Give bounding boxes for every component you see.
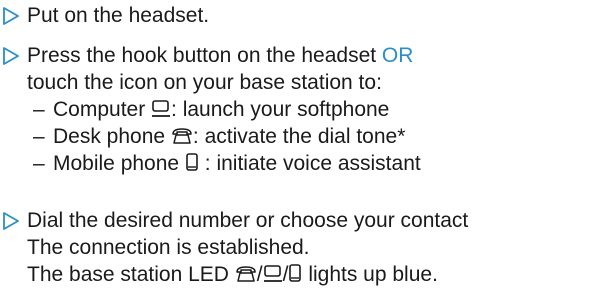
step-2-line-1: Press the hook button on the headset OR <box>27 42 421 69</box>
led-line-text: The base station LED <box>27 263 235 286</box>
list-dash: – <box>33 152 45 175</box>
led-line-text-end: lights up blue. <box>302 263 438 286</box>
play-arrow-icon <box>3 7 19 25</box>
list-item-label: Desk phone <box>53 125 166 148</box>
or-word: OR <box>381 44 414 67</box>
step-1-text: Put on the headset. <box>27 2 209 29</box>
list-dash: – <box>33 98 45 121</box>
play-arrow-icon <box>3 47 19 65</box>
mobile-phone-icon <box>289 264 302 282</box>
desk-phone-icon <box>172 128 192 144</box>
list-item-text: : launch your softphone <box>171 98 390 121</box>
desk-phone-icon <box>236 266 256 282</box>
play-arrow-icon <box>3 212 19 230</box>
list-item-mobile-phone: – Mobile phone : initiate voice assistant <box>27 150 421 177</box>
step-2-line-1-text: Press the hook button on the headset <box>27 44 382 67</box>
list-dash: – <box>33 125 45 148</box>
step-3-line-1: Dial the desired number or choose your c… <box>27 209 469 232</box>
list-item-desk-phone: – Desk phone : activate the dial tone* <box>27 123 421 150</box>
computer-icon <box>152 100 171 117</box>
step-3-text: Dial the desired number or choose your c… <box>27 207 468 288</box>
step-3-line-3: The base station LED / / lights up blue. <box>27 261 468 288</box>
computer-icon <box>263 265 282 282</box>
mobile-phone-icon <box>186 153 198 171</box>
list-item-text: : initiate voice assistant <box>198 152 421 175</box>
list-item-computer: – Computer : launch your softphone <box>27 96 421 123</box>
list-item-text: : activate the dial tone* <box>192 125 406 148</box>
step-2-text: Press the hook button on the headset OR … <box>27 42 421 177</box>
step-1-line-1: Put on the headset. <box>27 4 210 27</box>
list-item-label: Mobile phone <box>53 152 180 175</box>
step-3-line-2: The connection is established. <box>27 236 310 259</box>
step-2-line-2: touch the icon on your base station to: <box>27 71 382 94</box>
list-item-label: Computer <box>53 98 146 121</box>
